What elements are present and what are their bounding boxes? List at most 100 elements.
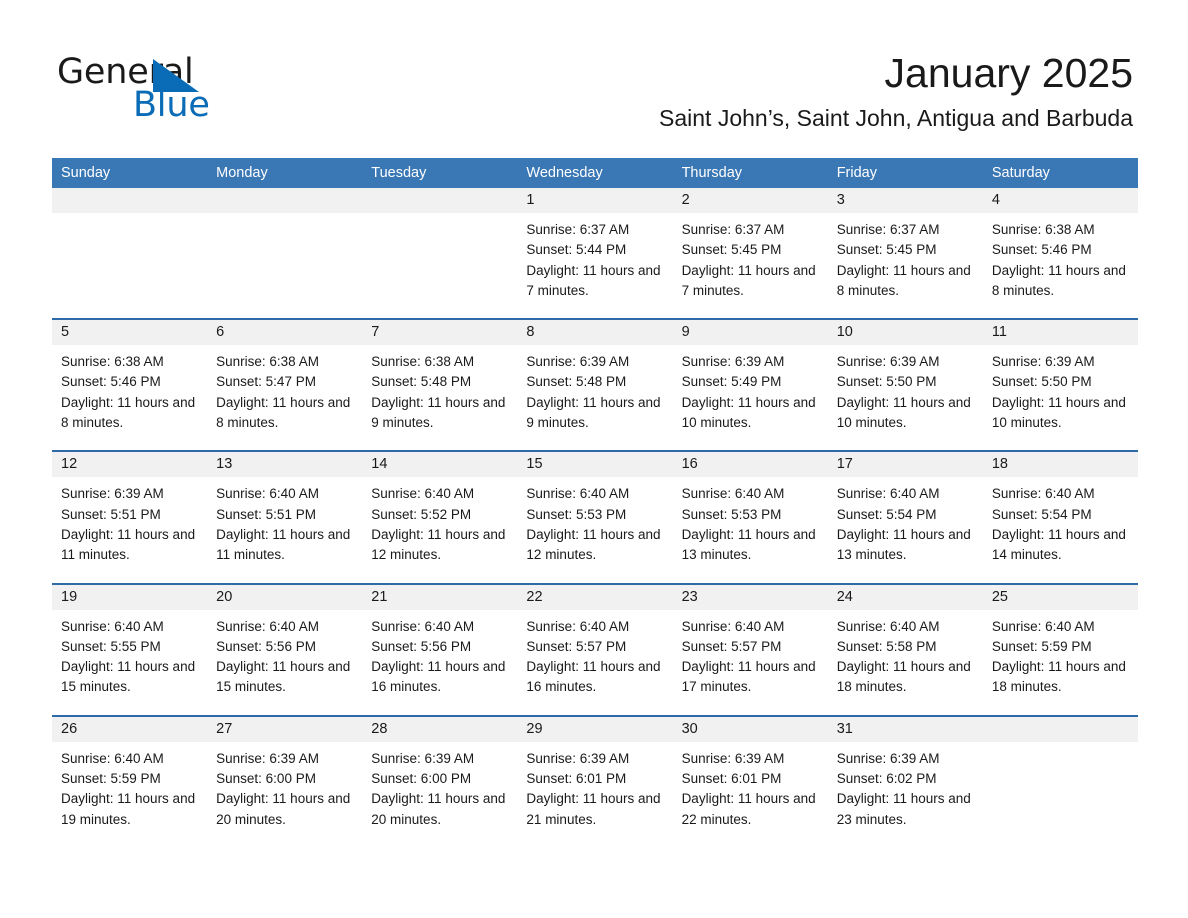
day-cell-26[interactable]: Sunrise: 6:40 AM Sunset: 5:59 PM Daylight:… — [52, 742, 207, 842]
day-cell-4[interactable]: Sunrise: 6:38 AM Sunset: 5:46 PM Daylight:… — [983, 213, 1138, 313]
day-cell-9[interactable]: Sunrise: 6:39 AM Sunset: 5:49 PM Daylight:… — [673, 345, 828, 445]
sunset-text: Sunset: 5:56 PM — [216, 638, 316, 654]
daylight-text: Daylight: 11 hours and 15 minutes. — [61, 659, 196, 695]
day-number-19[interactable]: 19 — [52, 585, 207, 610]
daylight-text: Daylight: 11 hours and 11 minutes. — [216, 526, 351, 563]
sunset-text: Sunset: 5:46 PM — [991, 242, 1092, 258]
weekday-header-tuesday: Tuesday — [371, 165, 427, 181]
day-number-11[interactable]: 11 — [983, 320, 1138, 345]
sunrise-text: Sunrise: 6:40 AM — [216, 618, 319, 634]
weekday-header-friday: Friday — [836, 165, 877, 181]
day-number-14[interactable]: 14 — [362, 452, 517, 477]
day-cell-2[interactable]: Sunrise: 6:37 AM Sunset: 5:45 PM Daylight:… — [673, 213, 828, 313]
day-cell-18[interactable]: Sunrise: 6:40 AM Sunset: 5:54 PM Daylight:… — [983, 477, 1138, 577]
day-number-30[interactable]: 30 — [673, 717, 828, 742]
day-number-17[interactable]: 17 — [828, 452, 983, 477]
day-cell-10[interactable]: Sunrise: 6:39 AM Sunset: 5:50 PM Daylight:… — [828, 345, 983, 445]
day-number-25[interactable]: 25 — [983, 585, 1138, 610]
day-number-29[interactable]: 29 — [517, 717, 672, 742]
sunset-text: Sunset: 5:57 PM — [526, 638, 627, 654]
sunset-text: Sunset: 5:55 PM — [61, 638, 161, 654]
day-cell-13[interactable]: Sunrise: 6:40 AM Sunset: 5:51 PM Daylight:… — [207, 477, 362, 577]
day-number-31[interactable]: 31 — [828, 717, 983, 742]
day-number-12[interactable]: 12 — [52, 452, 207, 477]
day-cell-3[interactable]: Sunrise: 6:37 AM Sunset: 5:45 PM Daylight:… — [828, 213, 983, 313]
sunrise-text: Sunrise: 6:40 AM — [681, 486, 785, 502]
day-cell-30[interactable]: Sunrise: 6:39 AM Sunset: 6:01 PM Daylight:… — [673, 742, 828, 842]
sunrise-text: Sunrise: 6:38 AM — [991, 222, 1095, 237]
day-cell-6[interactable]: Sunrise: 6:38 AM Sunset: 5:47 PM Daylight:… — [207, 345, 362, 445]
calendar-week-row: 19 20 21 22 23 24 25 Sunrise: 6:40 AM Sunset: 5:… — [52, 582, 1138, 710]
day-cell-15[interactable]: Sunrise: 6:40 AM Sunset: 5:53 PM Daylight:… — [517, 477, 672, 577]
day-cell-20[interactable]: Sunrise: 6:40 AM Sunset: 5:56 PM Daylight:… — [207, 610, 362, 710]
day-number-15[interactable]: 15 — [517, 452, 672, 477]
day-number-28[interactable]: 28 — [362, 717, 517, 742]
day-number-2[interactable]: 2 — [673, 188, 828, 213]
day-cell-24[interactable]: Sunrise: 6:40 AM Sunset: 5:58 PM Daylight:… — [828, 610, 983, 710]
day-cell-21[interactable]: Sunrise: 6:40 AM Sunset: 5:56 PM Daylight:… — [362, 610, 517, 710]
day-number-26[interactable]: 26 — [52, 717, 207, 742]
daylight-text: Daylight: 11 hours and 9 minutes. — [371, 394, 506, 431]
day-cell-19[interactable]: Sunrise: 6:40 AM Sunset: 5:55 PM Daylight:… — [52, 610, 207, 710]
day-number-22[interactable]: 22 — [517, 585, 672, 610]
sunrise-text: Sunrise: 6:38 AM — [216, 354, 319, 370]
sunset-text: Sunset: 5:57 PM — [681, 638, 782, 654]
sunset-text: Sunset: 6:01 PM — [526, 771, 627, 787]
day-number-3[interactable]: 3 — [828, 188, 983, 213]
day-number-21[interactable]: 21 — [362, 585, 517, 610]
sunrise-text: Sunrise: 6:39 AM — [526, 354, 630, 370]
day-cell-14[interactable]: Sunrise: 6:40 AM Sunset: 5:52 PM Daylight:… — [362, 477, 517, 577]
sunset-text: Sunset: 5:45 PM — [836, 242, 937, 258]
sunrise-text: Sunrise: 6:40 AM — [681, 618, 785, 634]
day-cell-5[interactable]: Sunrise: 6:38 AM Sunset: 5:46 PM Daylight:… — [52, 345, 207, 445]
day-number-27[interactable]: 27 — [207, 717, 362, 742]
general-blue-logo[interactable]: General Blue — [57, 52, 277, 127]
sunrise-text: Sunrise: 6:39 AM — [216, 750, 319, 766]
day-cell-8[interactable]: Sunrise: 6:39 AM Sunset: 5:48 PM Daylight:… — [517, 345, 672, 445]
title-block: January 2025 Saint John’s, Saint John, A… — [659, 48, 1133, 132]
weekday-header-thursday: Thursday — [681, 165, 743, 181]
day-number-4[interactable]: 4 — [983, 188, 1138, 213]
sunrise-text: Sunrise: 6:40 AM — [526, 486, 630, 502]
day-number-20[interactable]: 20 — [207, 585, 362, 610]
sunset-text: Sunset: 5:50 PM — [991, 374, 1092, 390]
day-number-row: 1234 — [52, 188, 1138, 213]
sunrise-text: Sunrise: 6:39 AM — [836, 354, 940, 370]
day-cell-17[interactable]: Sunrise: 6:40 AM Sunset: 5:54 PM Daylight:… — [828, 477, 983, 577]
logo-text-blue: Blue — [133, 85, 210, 125]
day-cell-28[interactable]: Sunrise: 6:39 AM Sunset: 6:00 PM Daylight:… — [362, 742, 517, 842]
day-number-24[interactable]: 24 — [828, 585, 983, 610]
day-number-18[interactable]: 18 — [983, 452, 1138, 477]
day-number-10[interactable]: 10 — [828, 320, 983, 345]
daylight-text: Daylight: 11 hours and 22 minutes. — [681, 791, 816, 827]
day-cell-29[interactable]: Sunrise: 6:39 AM Sunset: 6:01 PM Daylight:… — [517, 742, 672, 842]
daylight-text: Daylight: 11 hours and 13 minutes. — [681, 526, 816, 563]
day-number-13[interactable]: 13 — [207, 452, 362, 477]
daylight-text: Daylight: 11 hours and 7 minutes. — [681, 262, 816, 298]
sunrise-text: Sunrise: 6:40 AM — [991, 486, 1095, 502]
day-cell-11[interactable]: Sunrise: 6:39 AM Sunset: 5:50 PM Daylight:… — [983, 345, 1138, 445]
day-cell-25[interactable]: Sunrise: 6:40 AM Sunset: 5:59 PM Daylight:… — [983, 610, 1138, 710]
day-number-8[interactable]: 8 — [517, 320, 672, 345]
day-number-6[interactable]: 6 — [207, 320, 362, 345]
day-number-5[interactable]: 5 — [52, 320, 207, 345]
day-cell-16[interactable]: Sunrise: 6:40 AM Sunset: 5:53 PM Daylight:… — [673, 477, 828, 577]
sunset-text: Sunset: 5:49 PM — [681, 374, 782, 390]
day-cell-31[interactable]: Sunrise: 6:39 AM Sunset: 6:02 PM Daylight:… — [828, 742, 983, 842]
day-number-1[interactable]: 1 — [517, 188, 672, 213]
sunrise-text: Sunrise: 6:38 AM — [61, 354, 164, 370]
day-cell-12[interactable]: Sunrise: 6:39 AM Sunset: 5:51 PM Daylight:… — [52, 477, 207, 577]
day-cell-7[interactable]: Sunrise: 6:38 AM Sunset: 5:48 PM Daylight:… — [362, 345, 517, 445]
day-number-9[interactable]: 9 — [673, 320, 828, 345]
day-number-23[interactable]: 23 — [673, 585, 828, 610]
day-number-7[interactable]: 7 — [362, 320, 517, 345]
day-cell-27[interactable]: Sunrise: 6:39 AM Sunset: 6:00 PM Daylight:… — [207, 742, 362, 842]
day-cell-22[interactable]: Sunrise: 6:40 AM Sunset: 5:57 PM Daylight:… — [517, 610, 672, 710]
weekday-header-sunday: Sunday — [61, 165, 111, 181]
day-cell-23[interactable]: Sunrise: 6:40 AM Sunset: 5:57 PM Daylight:… — [673, 610, 828, 710]
sunset-text: Sunset: 5:45 PM — [681, 242, 782, 258]
sunrise-text: Sunrise: 6:40 AM — [216, 486, 319, 502]
day-number-16[interactable]: 16 — [673, 452, 828, 477]
day-cell-1[interactable]: Sunrise: 6:37 AM Sunset: 5:44 PM Daylight:… — [517, 213, 672, 313]
day-number-empty — [207, 188, 362, 213]
